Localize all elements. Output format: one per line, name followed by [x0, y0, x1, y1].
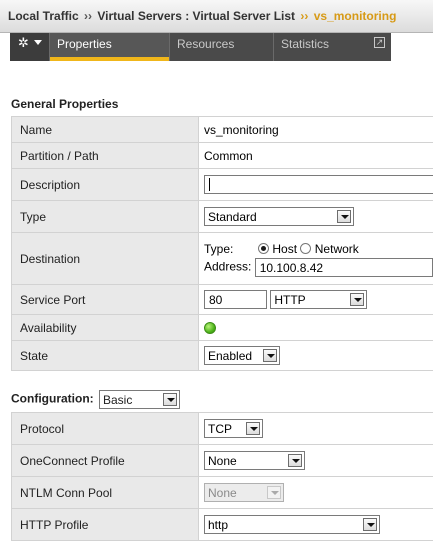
oneconnect-select-value: None — [208, 454, 237, 468]
breadcrumb-local-traffic[interactable]: Local Traffic — [8, 9, 79, 23]
row-http-profile: HTTP Profile http — [11, 508, 433, 541]
ntlm-label: NTLM Conn Pool — [11, 476, 199, 509]
popout-icon[interactable]: ↗ — [374, 37, 385, 48]
protocol-select[interactable]: TCP — [204, 419, 263, 438]
service-port-label: Service Port — [11, 284, 199, 315]
tab-resources-label: Resources — [177, 37, 235, 51]
breadcrumb-separator: ›› — [84, 9, 93, 23]
description-input[interactable] — [204, 175, 433, 194]
tab-resources[interactable]: Resources — [169, 33, 273, 61]
availability-status-icon — [204, 321, 216, 334]
configuration-mode-value: Basic — [103, 393, 133, 407]
name-label: Name — [11, 116, 199, 143]
row-service-port: Service Port 80 HTTP — [11, 284, 433, 315]
availability-label: Availability — [11, 314, 199, 341]
row-state: State Enabled — [11, 340, 433, 371]
protocol-label: Protocol — [11, 412, 199, 445]
configuration-table: Protocol TCP OneConnect Profile None NTL… — [11, 412, 433, 541]
state-select[interactable]: Enabled — [204, 346, 280, 365]
service-port-protocol-value: HTTP — [274, 293, 306, 307]
ntlm-select-value: None — [208, 486, 237, 500]
row-destination: Destination Type: Host Network Address: … — [11, 232, 433, 285]
tab-statistics-label: Statistics — [281, 37, 330, 51]
destination-type-label: Type: — [204, 241, 234, 256]
row-description: Description — [11, 168, 433, 201]
http-profile-select-value: http — [208, 518, 229, 532]
row-partition: Partition / Path Common — [11, 142, 433, 169]
oneconnect-label: OneConnect Profile — [11, 444, 199, 477]
type-label: Type — [11, 200, 199, 233]
general-properties-title: General Properties — [11, 97, 119, 111]
http-profile-label: HTTP Profile — [11, 508, 199, 541]
address-input[interactable]: 10.100.8.42 — [254, 257, 433, 277]
tab-statistics[interactable]: Statistics ↗ — [273, 33, 391, 61]
type-select[interactable]: Standard — [204, 207, 354, 226]
type-select-value: Standard — [208, 210, 257, 224]
breadcrumb-separator: ›› — [300, 9, 309, 23]
dropdown-arrow-icon — [288, 454, 302, 467]
breadcrumb-current: vs_monitoring — [313, 9, 397, 23]
tab-properties-label: Properties — [57, 37, 112, 51]
row-protocol: Protocol TCP — [11, 412, 433, 445]
address-label: Address: — [204, 259, 252, 274]
network-radio[interactable] — [300, 242, 312, 254]
dropdown-arrow-icon — [267, 486, 281, 499]
host-radio[interactable] — [258, 242, 270, 254]
configuration-label: Configuration: — [11, 391, 94, 406]
service-port-protocol-select[interactable]: HTTP — [270, 290, 368, 309]
gear-icon: ✲ — [18, 35, 29, 50]
text-cursor — [209, 178, 210, 191]
partition-label: Partition / Path — [11, 142, 199, 169]
general-properties-table: Name vs_monitoring Partition / Path Comm… — [11, 116, 433, 371]
row-type: Type Standard — [11, 200, 433, 233]
row-ntlm: NTLM Conn Pool None — [11, 476, 433, 509]
dropdown-arrow-icon — [350, 293, 365, 306]
row-name: Name vs_monitoring — [11, 116, 433, 143]
dropdown-arrow-icon — [246, 422, 260, 435]
row-oneconnect: OneConnect Profile None — [11, 444, 433, 477]
dropdown-arrow-icon — [363, 518, 377, 531]
tab-bar: ✲ Properties Resources Statistics ↗ — [0, 33, 433, 61]
configuration-title: Configuration: Basic — [11, 390, 180, 409]
active-tab-indicator — [50, 57, 169, 61]
ntlm-select: None — [204, 483, 284, 502]
tab-properties[interactable]: Properties — [50, 33, 169, 61]
dropdown-arrow-icon — [337, 210, 351, 223]
description-label: Description — [11, 168, 199, 201]
dropdown-arrow-icon — [263, 349, 277, 362]
state-label: State — [11, 340, 199, 371]
network-radio-label: Network — [314, 241, 359, 256]
partition-value: Common — [198, 142, 433, 169]
http-profile-select[interactable]: http — [204, 515, 380, 534]
oneconnect-select[interactable]: None — [204, 451, 305, 470]
service-port-input[interactable]: 80 — [204, 290, 267, 309]
caret-down-icon — [34, 40, 42, 45]
host-radio-label: Host — [272, 241, 298, 256]
dropdown-arrow-icon — [163, 393, 177, 406]
state-select-value: Enabled — [208, 349, 253, 363]
breadcrumb-virtual-servers[interactable]: Virtual Servers : Virtual Server List — [97, 9, 295, 23]
destination-label: Destination — [11, 232, 199, 285]
gear-menu-button[interactable]: ✲ — [10, 33, 50, 61]
configuration-mode-select[interactable]: Basic — [99, 390, 180, 409]
row-availability: Availability — [11, 314, 433, 341]
protocol-select-value: TCP — [208, 422, 232, 436]
name-value: vs_monitoring — [198, 116, 433, 143]
breadcrumb: Local Traffic ›› Virtual Servers : Virtu… — [0, 0, 433, 33]
